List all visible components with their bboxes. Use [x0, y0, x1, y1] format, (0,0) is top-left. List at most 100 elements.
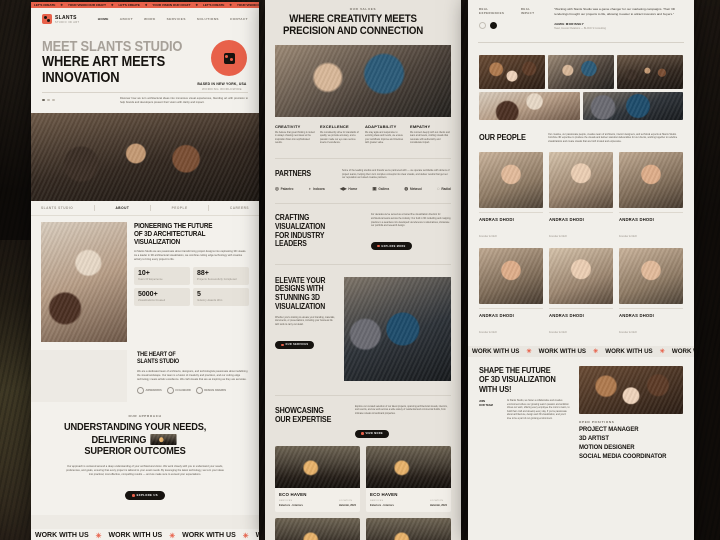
tab-slants-studio[interactable]: SLANTS STUDIO — [41, 206, 73, 210]
about-paragraph: At Slants Studio we are passionate about… — [134, 249, 247, 261]
partner-glyph-icon: ◌ — [436, 186, 440, 191]
ticker-dot-icon: ✳ — [169, 532, 176, 540]
approach-line-3: SUPERIOR OUTCOMES — [84, 445, 186, 458]
partner-logo[interactable]: ▣ Gallera — [372, 186, 389, 191]
project-title: ECO HAVEN — [370, 492, 398, 498]
project-card[interactable]: ECO HAVEN SERVICESExteriors · Interiors … — [275, 446, 360, 512]
testimonial-label-left: REAL EXPERIENCES — [479, 7, 505, 15]
ticker-item: WORK WITH US — [182, 532, 236, 539]
testimonial-next-dot[interactable] — [490, 22, 497, 29]
elevate-line-3: STUNNING 3D — [275, 293, 320, 303]
careers-meta-key-2: OUR TEAM — [479, 403, 493, 407]
explore-us-label: EXPLORE US — [136, 494, 158, 498]
badge-scope: WORKING WORLDWIDE — [201, 87, 243, 91]
nav-item-work[interactable]: WORK — [144, 17, 156, 21]
project-meta-value: Exteriors · Interiors — [370, 503, 394, 507]
person-card[interactable]: ANDRAS DHODI Founder & CEO — [479, 151, 543, 242]
explore-us-button[interactable]: EXPLORE US — [125, 491, 165, 501]
project-card[interactable]: ECO HAVEN SERVICESExteriors · Interiors … — [366, 517, 451, 540]
partner-logo[interactable]: ◍ Metasol — [404, 186, 422, 191]
stat-card: 5000+ Visualizations Created — [134, 287, 190, 306]
partner-name: Palantro — [280, 187, 294, 192]
project-card[interactable]: ECO HAVEN SERVICESExteriors · Interiors … — [366, 446, 451, 512]
about-section: PIONEERING THE FUTURE OF 3D ARCHITECTURA… — [31, 216, 259, 351]
stat-value: 10+ — [138, 270, 150, 278]
badge-location: BASED IN NEW YORK, USA — [197, 82, 247, 86]
nav-item-about[interactable]: ABOUT — [120, 17, 133, 21]
person-card[interactable]: ANDRAS DHODI Founder & CEO — [549, 247, 613, 338]
testimonial-prev-dot[interactable] — [479, 22, 486, 29]
ticker-item: WORK WITH US — [472, 347, 520, 355]
person-name: ANDRAS DHODI — [619, 312, 654, 318]
job-listing[interactable]: 3D ARTIST — [579, 436, 683, 442]
view-more-button[interactable]: VIEW MORE — [355, 429, 390, 438]
careers-image — [579, 365, 683, 414]
person-card[interactable]: ANDRAS DHODI Founder & CEO — [479, 247, 543, 338]
nav-item-services[interactable]: SERVICES — [167, 17, 186, 21]
ticker-dot-icon: ✳ — [144, 3, 148, 7]
person-name: ANDRAS DHODI — [479, 312, 514, 318]
partner-logo[interactable]: ◎ Palantro — [275, 186, 294, 192]
person-photo — [619, 247, 683, 304]
nav-item-contact[interactable]: CONTACT — [230, 17, 248, 21]
heart-paragraph: We are a dedicated team of architects, d… — [137, 370, 248, 382]
ticker-item: WORK WITH US — [35, 532, 89, 539]
mockup-columns: LET'S CREATE ✳ YOUR VISION OUR CRAFT ✳ L… — [0, 0, 720, 540]
carousel-dots[interactable] — [42, 97, 55, 102]
testimonial-nav[interactable] — [479, 22, 545, 29]
partner-logo[interactable]: ◌ Radial — [436, 186, 451, 191]
person-name: ANDRAS DHODI — [479, 216, 514, 222]
tab-people[interactable]: PEOPLE — [172, 206, 188, 210]
job-listing[interactable]: SOCIAL MEDIA COORDINATOR — [579, 454, 683, 460]
logo[interactable]: SLANTS STUDIO 3D ART — [42, 14, 80, 24]
gallery-image — [548, 54, 614, 89]
partner-logo[interactable]: ◗ Indoora — [309, 186, 325, 191]
ticker-item: LET'S CREATE — [118, 3, 140, 7]
section-tabs: SLANTS STUDIO ABOUT PEOPLE CAREERS — [31, 201, 259, 217]
person-role: Founder & CEO — [549, 330, 567, 334]
value-text: We consistently strive for standards of … — [320, 131, 359, 145]
values-heading-line-1: WHERE CREATIVITY MEETS — [289, 13, 418, 25]
person-card[interactable]: ANDRAS DHODI Founder & CEO — [549, 151, 613, 242]
logo-name: SLANTS — [55, 14, 77, 21]
showcase-line-2: OUR EXPERTISE — [275, 413, 332, 424]
tab-careers[interactable]: CAREERS — [230, 206, 249, 210]
elevate-line-4: VISUALIZATION — [275, 301, 326, 311]
primary-nav: HOME ABOUT WORK SERVICES SOLUTIONS CONTA… — [98, 17, 248, 21]
nav-item-home[interactable]: HOME — [98, 17, 109, 21]
person-role: Founder & CEO — [619, 234, 637, 238]
job-listing[interactable]: MOTION DESIGNER — [579, 445, 683, 451]
tab-about[interactable]: ABOUT — [116, 206, 130, 210]
stats-grid: 10+ Years Of Experience 88+ Projects Suc… — [134, 266, 249, 306]
testimonial-section: REAL EXPERIENCES REAL IMPACT "Working wi… — [468, 0, 694, 36]
values-grid: CREATIVITY We believe that great thinkin… — [265, 117, 461, 152]
person-card[interactable]: ANDRAS DHODI Founder & CEO — [619, 247, 683, 338]
people-grid: ANDRAS DHODI Founder & CEO ANDRAS DHODI … — [479, 151, 683, 338]
ticker-dot-icon: ✳ — [242, 532, 249, 540]
stat-label: Years Of Experience — [138, 279, 163, 282]
our-services-label: OUR SERVICES — [285, 343, 309, 347]
approach-section: OUR APPROACH UNDERSTANDING YOUR NEEDS, D… — [31, 402, 259, 516]
ticker-item: YOUR VISION OUR CRAFT — [67, 3, 107, 7]
elevate-paragraph: Whether you're looking to elevate your b… — [275, 316, 335, 326]
testimonial-role: Head, Investor Relations — BLOCK 9 Consu… — [554, 26, 606, 30]
value-title: CREATIVITY — [275, 123, 301, 129]
nav-item-solutions[interactable]: SOLUTIONS — [197, 17, 219, 21]
photo-gallery — [468, 49, 694, 128]
explore-more-button[interactable]: EXPLORE MORE — [371, 242, 412, 251]
job-listing[interactable]: PROJECT MANAGER — [579, 427, 683, 433]
careers-line-3: WITH US! — [479, 383, 512, 394]
partner-logo[interactable]: ◀▶ Home — [340, 186, 357, 191]
ticker-item: WORK WITH — [671, 347, 694, 355]
ticker-item: WORK WITH US — [108, 532, 163, 539]
our-services-button[interactable]: OUR SERVICES — [275, 340, 315, 349]
ticker-dot-icon: ✳ — [593, 347, 599, 355]
hero-heading: MEET SLANTS STUDIO WHERE ART MEETS INNOV… — [42, 39, 219, 85]
ticker-item: WORK WITH — [255, 532, 259, 539]
person-card[interactable]: ANDRAS DHODI Founder & CEO — [619, 151, 683, 242]
award-ring-icon — [137, 387, 144, 395]
location-badge-icon — [211, 40, 247, 76]
person-role: Founder & CEO — [619, 330, 637, 334]
gallery-image — [479, 91, 580, 120]
project-card[interactable]: ECO HAVEN SERVICESExteriors · Interiors … — [275, 517, 360, 540]
